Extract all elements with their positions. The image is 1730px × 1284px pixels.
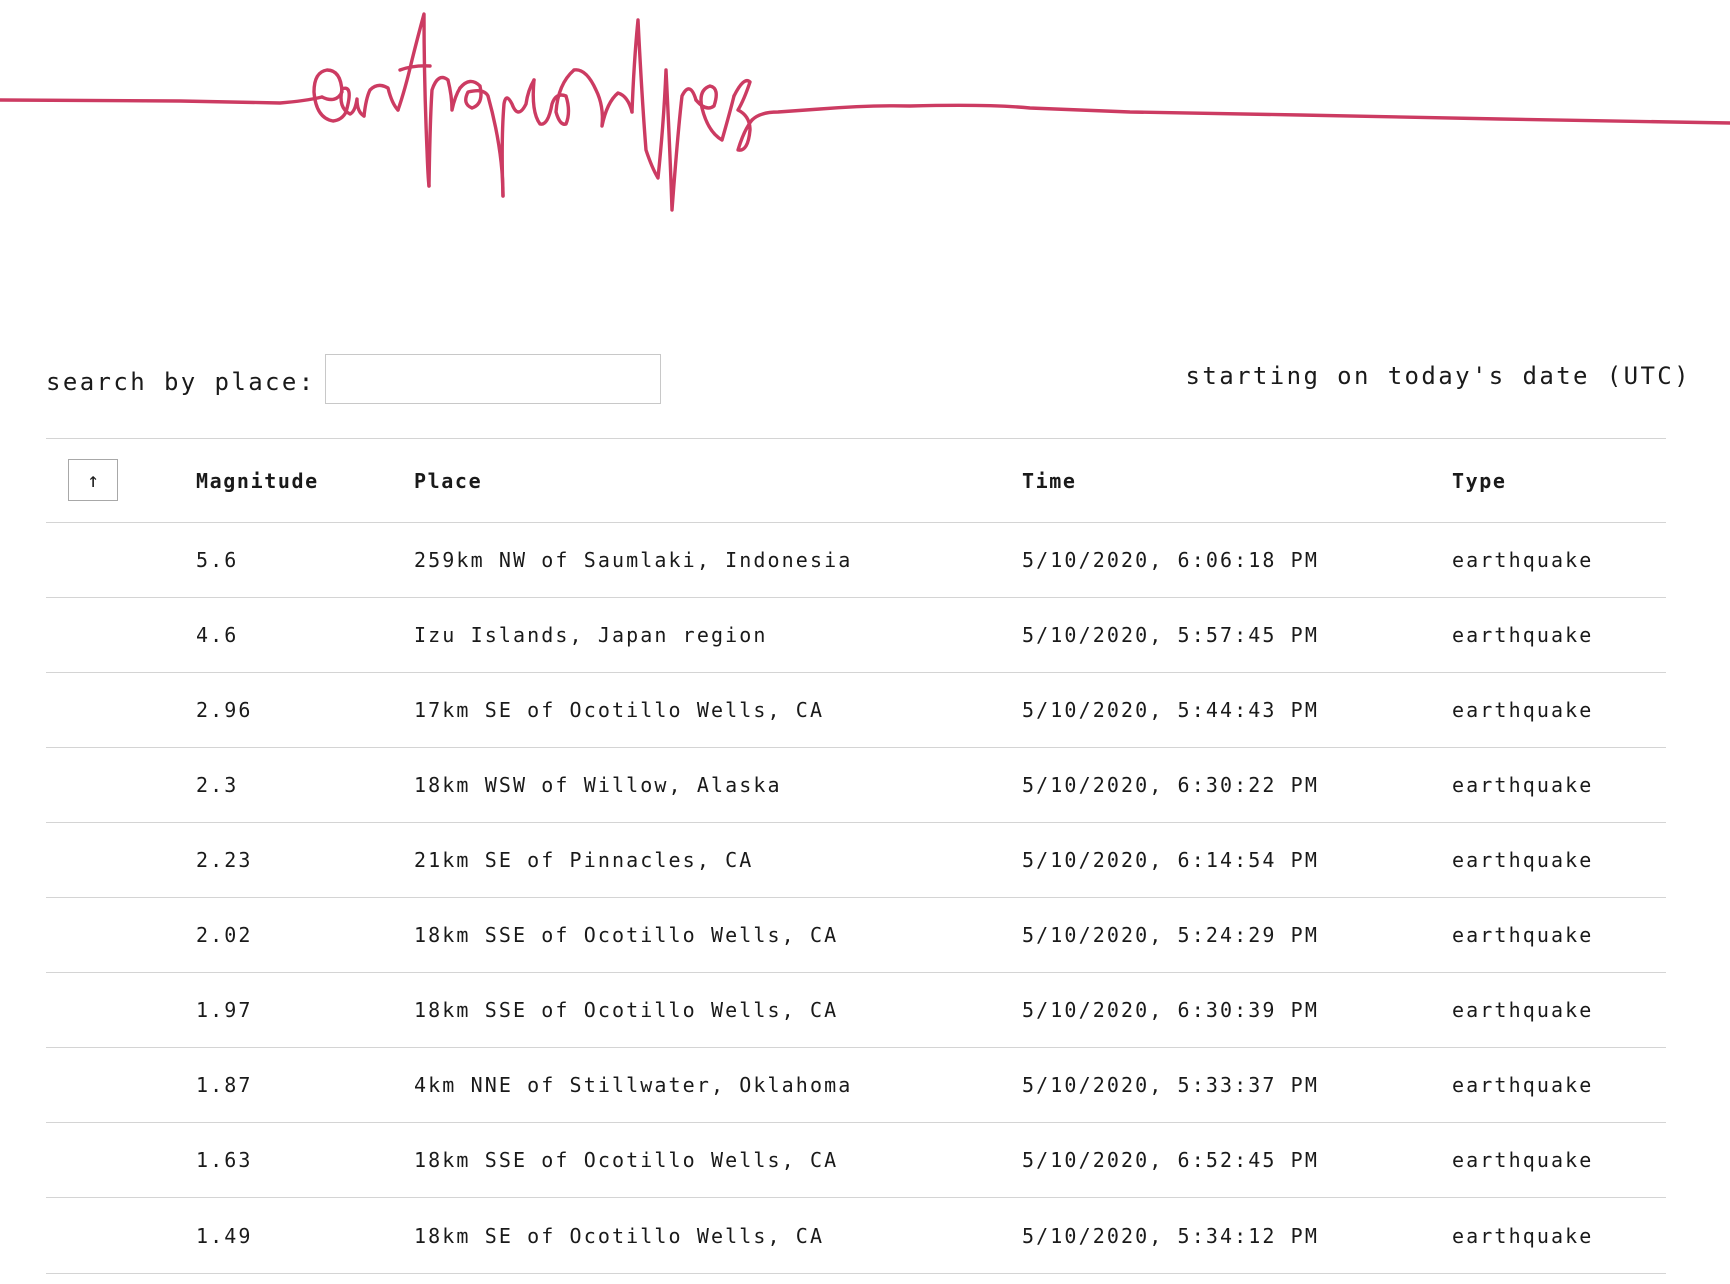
time-cell: 5/10/2020, 5:34:12 PM (1022, 1223, 1319, 1248)
place-cell: 18km SSE of Ocotillo Wells, CA (414, 923, 839, 947)
place-cell: 21km SE of Pinnacles, CA (414, 848, 754, 872)
place-cell: 18km WSW of Willow, Alaska (414, 773, 782, 797)
magnitude-cell: 1.97 (196, 998, 253, 1022)
magnitude-cell: 2.23 (196, 848, 253, 872)
place-cell: 4km NNE of Stillwater, Oklahoma (414, 1073, 853, 1097)
time-cell: 5/10/2020, 6:14:54 PM (1022, 848, 1319, 872)
place-cell: 18km SSE of Ocotillo Wells, CA (414, 1148, 839, 1172)
magnitude-cell: 2.02 (196, 923, 253, 947)
type-cell: earthquake (1452, 548, 1594, 572)
column-header-type[interactable]: Type (1452, 439, 1507, 522)
column-header-place[interactable]: Place (414, 439, 482, 522)
table-header-row: ↑ Magnitude Place Time Type (46, 438, 1666, 522)
search-label: search by place: (46, 368, 316, 396)
table-row[interactable]: 1.97 18km SSE of Ocotillo Wells, CA 5/10… (46, 972, 1666, 1047)
table-row[interactable]: 1.49 18km SE of Ocotillo Wells, CA 5/10/… (46, 1197, 1666, 1274)
table-row[interactable]: 2.02 18km SSE of Ocotillo Wells, CA 5/10… (46, 897, 1666, 972)
time-cell: 5/10/2020, 6:52:45 PM (1022, 1148, 1319, 1172)
earthquake-table: ↑ Magnitude Place Time Type 5.6 259km NW… (46, 438, 1666, 1274)
magnitude-cell: 2.96 (196, 698, 253, 722)
place-cell: 18km SE of Ocotillo Wells, CA (414, 1223, 825, 1248)
date-note: starting on today's date (UTC) (1185, 362, 1691, 390)
type-cell: earthquake (1452, 773, 1594, 797)
magnitude-cell: 4.6 (196, 623, 239, 647)
magnitude-cell: 1.49 (196, 1223, 253, 1248)
seismograph-logo (0, 12, 1730, 212)
type-cell: earthquake (1452, 1223, 1594, 1248)
type-cell: earthquake (1452, 623, 1594, 647)
search-input[interactable] (325, 354, 661, 404)
time-cell: 5/10/2020, 5:57:45 PM (1022, 623, 1319, 647)
arrow-up-icon: ↑ (86, 468, 100, 492)
time-cell: 5/10/2020, 6:30:39 PM (1022, 998, 1319, 1022)
header: earthquakes (0, 0, 1730, 230)
table-row[interactable]: 4.6 Izu Islands, Japan region 5/10/2020,… (46, 597, 1666, 672)
table-row[interactable]: 2.3 18km WSW of Willow, Alaska 5/10/2020… (46, 747, 1666, 822)
table-row[interactable]: 1.63 18km SSE of Ocotillo Wells, CA 5/10… (46, 1122, 1666, 1197)
table-row[interactable]: 2.23 21km SE of Pinnacles, CA 5/10/2020,… (46, 822, 1666, 897)
place-cell: 17km SE of Ocotillo Wells, CA (414, 698, 825, 722)
place-cell: Izu Islands, Japan region (414, 623, 768, 647)
sort-button[interactable]: ↑ (68, 459, 118, 501)
place-cell: 259km NW of Saumlaki, Indonesia (414, 548, 853, 572)
type-cell: earthquake (1452, 998, 1594, 1022)
type-cell: earthquake (1452, 848, 1594, 872)
type-cell: earthquake (1452, 1148, 1594, 1172)
type-cell: earthquake (1452, 1073, 1594, 1097)
time-cell: 5/10/2020, 5:44:43 PM (1022, 698, 1319, 722)
table-row[interactable]: 5.6 259km NW of Saumlaki, Indonesia 5/10… (46, 522, 1666, 597)
table-row[interactable]: 2.96 17km SE of Ocotillo Wells, CA 5/10/… (46, 672, 1666, 747)
magnitude-cell: 2.3 (196, 773, 239, 797)
place-cell: 18km SSE of Ocotillo Wells, CA (414, 998, 839, 1022)
column-header-time[interactable]: Time (1022, 439, 1077, 522)
time-cell: 5/10/2020, 5:24:29 PM (1022, 923, 1319, 947)
time-cell: 5/10/2020, 5:33:37 PM (1022, 1073, 1319, 1097)
magnitude-cell: 1.63 (196, 1148, 253, 1172)
type-cell: earthquake (1452, 923, 1594, 947)
time-cell: 5/10/2020, 6:30:22 PM (1022, 773, 1319, 797)
table-row[interactable]: 1.87 4km NNE of Stillwater, Oklahoma 5/1… (46, 1047, 1666, 1122)
type-cell: earthquake (1452, 698, 1594, 722)
controls-bar: search by place: starting on today's dat… (46, 354, 1691, 406)
magnitude-cell: 5.6 (196, 548, 239, 572)
column-header-magnitude[interactable]: Magnitude (196, 439, 319, 522)
time-cell: 5/10/2020, 6:06:18 PM (1022, 548, 1319, 572)
magnitude-cell: 1.87 (196, 1073, 253, 1097)
